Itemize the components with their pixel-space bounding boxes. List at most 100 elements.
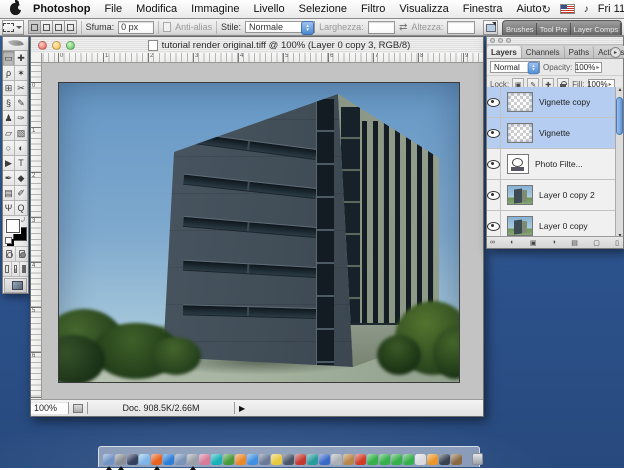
visibility-toggle[interactable] bbox=[487, 87, 501, 117]
menu-item[interactable]: Visualizza bbox=[399, 3, 448, 15]
menu-item[interactable]: Filtro bbox=[361, 3, 385, 15]
status-popup-arrow[interactable]: ▶ bbox=[239, 404, 245, 413]
menu-item[interactable]: Aiuto bbox=[516, 3, 541, 15]
dock-icon[interactable] bbox=[175, 454, 186, 465]
palette-tab[interactable]: Layers bbox=[487, 46, 522, 58]
menu-item[interactable]: Livello bbox=[253, 3, 284, 15]
dock-icon[interactable] bbox=[223, 454, 234, 465]
dock-icon[interactable] bbox=[235, 454, 246, 465]
scrollbar-thumb[interactable] bbox=[616, 97, 623, 135]
tool-button[interactable]: ρ bbox=[3, 66, 15, 81]
visibility-toggle[interactable] bbox=[487, 149, 501, 179]
opacity-value[interactable]: 100% bbox=[575, 62, 602, 73]
blend-mode-select[interactable]: Normal bbox=[490, 61, 540, 73]
width-input[interactable] bbox=[368, 21, 395, 34]
dock-icon[interactable] bbox=[103, 454, 114, 465]
palette-close-button[interactable] bbox=[490, 38, 495, 43]
dock-icon[interactable] bbox=[343, 454, 354, 465]
tool-button[interactable]: ✎ bbox=[15, 96, 28, 111]
zoom-level-field[interactable]: 100% bbox=[31, 402, 69, 414]
layers-footer-icon[interactable]: ▯ bbox=[615, 239, 619, 247]
default-colors-icon[interactable] bbox=[5, 237, 12, 244]
tool-button[interactable]: ✶ bbox=[15, 66, 28, 81]
layer-thumbnail[interactable] bbox=[507, 123, 533, 143]
dock-icon[interactable] bbox=[115, 454, 126, 465]
tool-button[interactable]: ▧ bbox=[15, 126, 28, 141]
layer-thumbnail[interactable] bbox=[507, 185, 533, 205]
dock-icon[interactable] bbox=[295, 454, 306, 465]
palette-tab[interactable]: Channels bbox=[522, 46, 565, 58]
selection-intersect-button[interactable] bbox=[65, 20, 77, 34]
feather-input[interactable]: 0 px bbox=[118, 21, 154, 34]
tool-button[interactable]: ⊞ bbox=[3, 81, 15, 96]
sync-menu-icon[interactable] bbox=[542, 3, 551, 16]
tool-button[interactable]: ✑ bbox=[15, 111, 28, 126]
dock-icon[interactable] bbox=[355, 454, 366, 465]
menu-item[interactable]: Finestra bbox=[463, 3, 503, 15]
layer-thumbnail[interactable] bbox=[507, 154, 529, 174]
dock-icon[interactable] bbox=[127, 454, 138, 465]
menu-clock[interactable]: Fri 11:42 AM bbox=[598, 3, 624, 15]
dock-icon[interactable] bbox=[247, 454, 258, 465]
tool-button[interactable]: ▶ bbox=[3, 156, 15, 171]
tool-button[interactable]: Ψ bbox=[3, 201, 15, 216]
dock-icon[interactable] bbox=[139, 454, 150, 465]
palette-tab[interactable]: Paths bbox=[565, 46, 594, 58]
dock-icon[interactable] bbox=[331, 454, 342, 465]
layer-row[interactable]: Layer 0 copy 2 bbox=[487, 180, 623, 211]
palette-well-tab[interactable]: Brushes bbox=[503, 23, 537, 35]
dock-icon[interactable] bbox=[259, 454, 270, 465]
status-thumbnail-icon[interactable] bbox=[69, 402, 88, 414]
dock-icon[interactable] bbox=[187, 454, 198, 465]
layer-row[interactable]: Vignette bbox=[487, 118, 623, 149]
minimize-button[interactable] bbox=[52, 41, 61, 50]
layer-row[interactable]: Photo Filte... bbox=[487, 149, 623, 180]
tool-button[interactable]: ✚ bbox=[15, 51, 28, 66]
tool-button[interactable]: ◆ bbox=[15, 171, 28, 186]
palette-title-bar[interactable] bbox=[487, 37, 623, 45]
layers-footer-icon[interactable]: ▢ bbox=[593, 239, 600, 247]
dock-icon[interactable] bbox=[307, 454, 318, 465]
tool-button[interactable]: ○ bbox=[3, 141, 15, 156]
height-input[interactable] bbox=[447, 21, 474, 34]
dock-icon[interactable] bbox=[451, 454, 462, 465]
menu-item[interactable]: Modifica bbox=[136, 3, 177, 15]
tool-button[interactable]: ▱ bbox=[3, 126, 15, 141]
dock-icon[interactable] bbox=[163, 454, 174, 465]
layers-footer-icon[interactable]: ∞ bbox=[490, 239, 495, 246]
dock-icon[interactable] bbox=[415, 454, 426, 465]
apple-menu-icon[interactable] bbox=[10, 3, 21, 15]
dock-icon[interactable] bbox=[151, 454, 162, 465]
fullscreen-menubar-button[interactable] bbox=[12, 262, 21, 276]
canvas-image[interactable] bbox=[59, 83, 459, 382]
layers-footer-icon[interactable]: ▤ bbox=[571, 239, 578, 247]
dock-icon[interactable] bbox=[403, 454, 414, 465]
dock-icon[interactable] bbox=[319, 454, 330, 465]
tool-button[interactable]: T bbox=[15, 156, 28, 171]
input-language-flag-icon[interactable] bbox=[560, 4, 575, 14]
dock-icon[interactable] bbox=[211, 454, 222, 465]
menu-item-photoshop[interactable]: Photoshop bbox=[33, 3, 90, 15]
foreground-color-swatch[interactable] bbox=[6, 219, 20, 233]
palette-menu-icon[interactable] bbox=[610, 47, 621, 58]
layers-scrollbar[interactable]: ▲ ▼ bbox=[615, 87, 623, 239]
layer-row[interactable]: Layer 0 copy bbox=[487, 211, 623, 239]
tool-button[interactable]: Q bbox=[15, 201, 28, 216]
standard-mode-button[interactable] bbox=[3, 247, 16, 261]
tool-button[interactable]: ▭ bbox=[3, 51, 15, 66]
tool-button[interactable]: ✒ bbox=[3, 171, 15, 186]
layers-footer-icon[interactable]: ◑ bbox=[552, 239, 556, 246]
dock-icon[interactable] bbox=[367, 454, 378, 465]
dock-icon[interactable] bbox=[379, 454, 390, 465]
visibility-toggle[interactable] bbox=[487, 118, 501, 148]
selection-add-button[interactable] bbox=[41, 20, 53, 34]
close-button[interactable] bbox=[38, 41, 47, 50]
palette-well-tab[interactable]: Layer Comps bbox=[571, 23, 621, 35]
menu-item[interactable]: Immagine bbox=[191, 3, 239, 15]
tool-button[interactable]: ♟ bbox=[3, 111, 15, 126]
menu-item[interactable]: Selezione bbox=[299, 3, 347, 15]
swap-dimensions-icon[interactable] bbox=[399, 22, 407, 33]
dock-icon[interactable] bbox=[391, 454, 402, 465]
standard-screen-button[interactable] bbox=[3, 262, 12, 276]
layer-thumbnail[interactable] bbox=[507, 92, 533, 112]
